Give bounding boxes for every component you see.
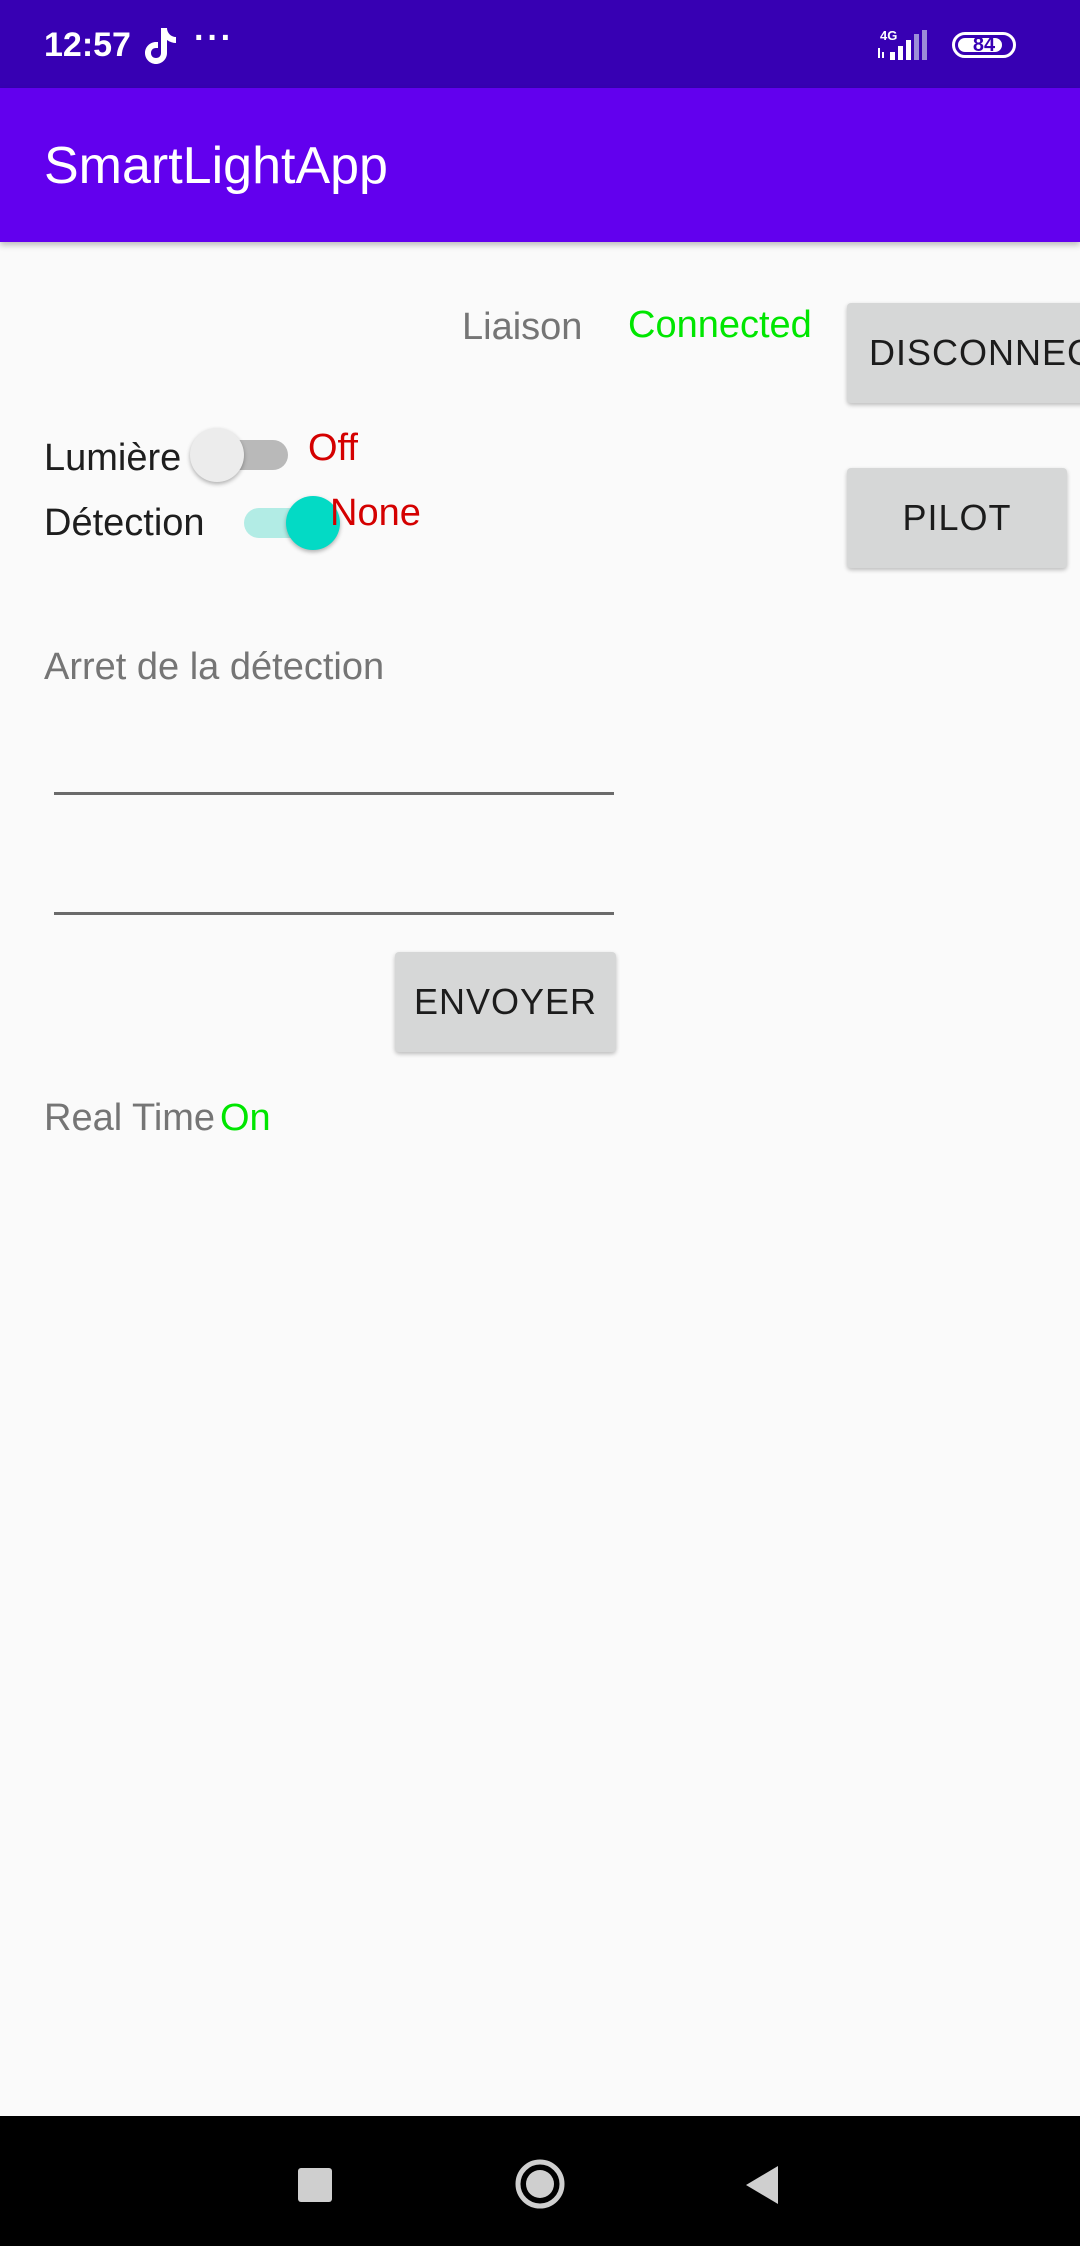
app-title: SmartLightApp [44, 137, 388, 195]
stop-detection-field-2-underline [54, 912, 614, 915]
network-type-label: 4G [880, 28, 897, 43]
battery-icon: 84 [952, 32, 1016, 58]
pilot-button-label: PILOT [902, 497, 1012, 538]
tiktok-icon [145, 28, 176, 64]
home-icon[interactable] [514, 2158, 566, 2210]
battery-level: 84 [972, 34, 996, 56]
stop-detection-label: Arret de la détection [44, 646, 385, 688]
connection-status: Connected [628, 304, 812, 346]
recents-icon[interactable] [298, 2168, 332, 2202]
more-notifications-icon: ··· [194, 19, 234, 57]
disconnect-button[interactable]: DISCONNECT [847, 303, 1080, 403]
app-bar: SmartLightApp [0, 88, 1080, 242]
send-button-label: ENVOYER [413, 981, 598, 1022]
signal-icon: 4G [878, 28, 927, 60]
status-bar: 12:57 ··· 4G 84 [0, 0, 1080, 88]
lumiere-switch[interactable] [190, 424, 294, 484]
detection-label: Détection [44, 502, 205, 544]
real-time-label: Real Time [44, 1097, 216, 1139]
back-icon[interactable] [744, 2164, 780, 2206]
lumiere-state: Off [308, 427, 358, 469]
detection-switch[interactable] [238, 492, 340, 552]
navigation-bar [0, 2116, 1080, 2246]
stop-detection-field-2[interactable] [54, 840, 614, 915]
stop-detection-field-1[interactable] [54, 720, 614, 795]
status-time: 12:57 [44, 26, 131, 64]
lumiere-switch-thumb [190, 428, 244, 482]
real-time-state: On [220, 1097, 271, 1139]
disconnect-button-label: DISCONNECT [869, 332, 1080, 373]
pilot-button[interactable]: PILOT [847, 468, 1067, 568]
connection-label: Liaison [462, 306, 583, 348]
send-button[interactable]: ENVOYER [395, 952, 616, 1052]
detection-state: None [330, 492, 421, 534]
stop-detection-field-1-underline [54, 792, 614, 795]
lumiere-label: Lumière [44, 437, 182, 479]
